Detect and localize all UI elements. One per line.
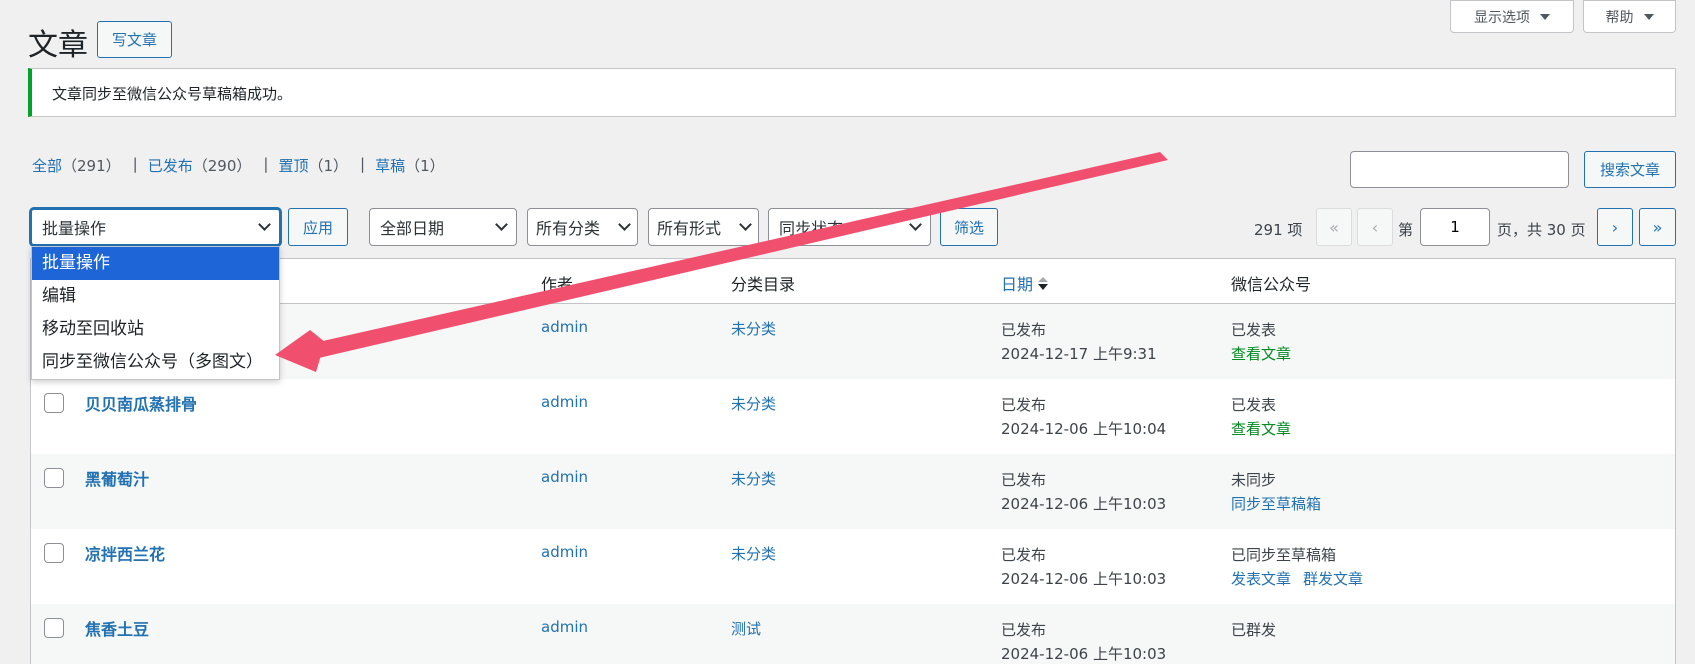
column-date[interactable]: 日期 bbox=[1001, 271, 1049, 295]
bulk-option-edit[interactable]: 编辑 bbox=[32, 280, 279, 313]
bulk-action-dropdown: 批量操作 编辑 移动至回收站 同步至微信公众号（多图文） bbox=[31, 246, 280, 380]
column-category: 分类目录 bbox=[731, 275, 796, 294]
sort-icon bbox=[1038, 276, 1049, 290]
screen-options-button[interactable]: 显示选项 bbox=[1450, 0, 1574, 33]
success-notice: 文章同步至微信公众号草稿箱成功。 bbox=[28, 68, 1676, 117]
bulk-option-trash[interactable]: 移动至回收站 bbox=[32, 313, 279, 346]
page-title: 文章 bbox=[28, 28, 88, 63]
format-filter-select[interactable]: 所有形式 bbox=[648, 208, 759, 246]
format-filter-value: 所有形式 bbox=[657, 219, 722, 238]
bulk-option-bulk-actions[interactable]: 批量操作 bbox=[32, 247, 279, 280]
chevron-down-icon bbox=[739, 218, 752, 231]
row-wechat: 未同步 同步至草稿箱 bbox=[1231, 471, 1322, 513]
view-all[interactable]: 全部（291） bbox=[32, 155, 121, 176]
sync-to-drafts-link[interactable]: 同步至草稿箱 bbox=[1231, 495, 1321, 513]
row-category[interactable]: 未分类 bbox=[731, 468, 776, 489]
row-wechat: 已同步至草稿箱 发表文章 群发文章 bbox=[1231, 546, 1364, 588]
table-row: 黑葡萄汁 admin 未分类 已发布 2024-12-06 上午10:03 未同步… bbox=[30, 454, 1676, 529]
row-date: 已发布 2024-12-06 上午10:04 bbox=[1001, 396, 1167, 438]
row-category[interactable]: 未分类 bbox=[731, 543, 776, 564]
row-title[interactable]: 贝贝南瓜蒸排骨 bbox=[85, 391, 197, 415]
row-author[interactable]: admin bbox=[541, 393, 588, 411]
sync-status-select[interactable]: 同步状态 bbox=[768, 208, 931, 246]
last-page-button[interactable]: » bbox=[1639, 208, 1676, 246]
column-date-label: 日期 bbox=[1001, 275, 1034, 294]
help-button[interactable]: 帮助 bbox=[1583, 0, 1676, 33]
category-filter-value: 所有分类 bbox=[536, 219, 601, 238]
search-input[interactable] bbox=[1350, 151, 1569, 188]
view-filters: 全部（291） | 已发布（290） | 置顶（1） | 草稿（1） bbox=[32, 155, 445, 176]
chevron-down-icon bbox=[495, 218, 508, 231]
column-author: 作者 bbox=[541, 275, 574, 294]
page-prefix: 第 bbox=[1398, 221, 1414, 239]
row-date: 已发布 2024-12-06 上午10:03 bbox=[1001, 546, 1167, 588]
row-date: 已发布 2024-12-06 上午10:03 bbox=[1001, 471, 1167, 513]
row-author[interactable]: admin bbox=[541, 618, 588, 636]
sync-status-value: 同步状态 bbox=[779, 219, 844, 238]
row-checkbox[interactable] bbox=[44, 543, 64, 563]
view-drafts[interactable]: 草稿（1） bbox=[375, 155, 445, 176]
row-author[interactable]: admin bbox=[541, 468, 588, 486]
apply-button[interactable]: 应用 bbox=[288, 208, 348, 246]
search-posts-button[interactable]: 搜索文章 bbox=[1584, 151, 1676, 188]
bulk-action-select[interactable]: 批量操作 bbox=[30, 208, 281, 246]
publish-article-link[interactable]: 发表文章 bbox=[1231, 570, 1291, 588]
bulk-option-sync-wechat[interactable]: 同步至微信公众号（多图文） bbox=[32, 346, 279, 379]
row-title[interactable]: 凉拌西兰花 bbox=[85, 541, 165, 565]
chevron-down-icon bbox=[258, 218, 271, 231]
row-category[interactable]: 未分类 bbox=[731, 318, 776, 339]
filter-button[interactable]: 筛选 bbox=[940, 208, 998, 246]
row-checkbox[interactable] bbox=[44, 618, 64, 638]
row-date: 已发布 2024-12-17 上午9:31 bbox=[1001, 321, 1157, 363]
chevron-down-icon bbox=[909, 218, 922, 231]
row-date: 已发布 2024-12-06 上午10:03 bbox=[1001, 621, 1167, 663]
row-category[interactable]: 未分类 bbox=[731, 393, 776, 414]
category-filter-select[interactable]: 所有分类 bbox=[527, 208, 638, 246]
row-title[interactable]: 黑葡萄汁 bbox=[85, 466, 149, 490]
row-checkbox[interactable] bbox=[44, 393, 64, 413]
help-label: 帮助 bbox=[1605, 9, 1634, 26]
date-filter-select[interactable]: 全部日期 bbox=[369, 208, 517, 246]
row-author[interactable]: admin bbox=[541, 543, 588, 561]
bulk-action-value: 批量操作 bbox=[42, 219, 107, 238]
notice-text: 文章同步至微信公众号草稿箱成功。 bbox=[52, 85, 293, 103]
row-wechat: 已发表 查看文章 bbox=[1231, 321, 1292, 363]
view-article-link[interactable]: 查看文章 bbox=[1231, 345, 1291, 363]
row-wechat: 已群发 bbox=[1231, 621, 1277, 639]
table-row: 凉拌西兰花 admin 未分类 已发布 2024-12-06 上午10:03 已同… bbox=[30, 529, 1676, 604]
prev-page-button[interactable]: ‹ bbox=[1357, 208, 1393, 246]
screen-options-label: 显示选项 bbox=[1474, 9, 1530, 26]
table-row: 焦香土豆 admin 测试 已发布 2024-12-06 上午10:03 已群发 bbox=[30, 604, 1676, 664]
row-checkbox[interactable] bbox=[44, 468, 64, 488]
add-new-post-button[interactable]: 写文章 bbox=[97, 21, 172, 58]
caret-down-icon bbox=[1540, 13, 1550, 20]
first-page-button[interactable]: « bbox=[1316, 208, 1352, 246]
row-wechat: 已发表 查看文章 bbox=[1231, 396, 1292, 438]
next-page-button[interactable]: › bbox=[1597, 208, 1633, 246]
table-row: 贝贝南瓜蒸排骨 admin 未分类 已发布 2024-12-06 上午10:04 … bbox=[30, 379, 1676, 454]
view-sticky[interactable]: 置顶（1） bbox=[278, 155, 348, 176]
date-filter-value: 全部日期 bbox=[380, 219, 445, 238]
current-page-input[interactable] bbox=[1420, 208, 1490, 246]
mass-send-link[interactable]: 群发文章 bbox=[1303, 570, 1363, 588]
row-title[interactable]: 焦香土豆 bbox=[85, 616, 149, 640]
view-published[interactable]: 已发布（290） bbox=[148, 155, 252, 176]
column-wechat: 微信公众号 bbox=[1231, 275, 1312, 294]
page-suffix: 页，共 30 页 bbox=[1497, 221, 1586, 239]
view-article-link[interactable]: 查看文章 bbox=[1231, 420, 1291, 438]
chevron-down-icon bbox=[618, 218, 631, 231]
caret-down-icon bbox=[1643, 13, 1654, 20]
items-count: 291 项 bbox=[1254, 221, 1303, 239]
row-author[interactable]: admin bbox=[541, 318, 588, 336]
row-category[interactable]: 测试 bbox=[731, 618, 761, 639]
